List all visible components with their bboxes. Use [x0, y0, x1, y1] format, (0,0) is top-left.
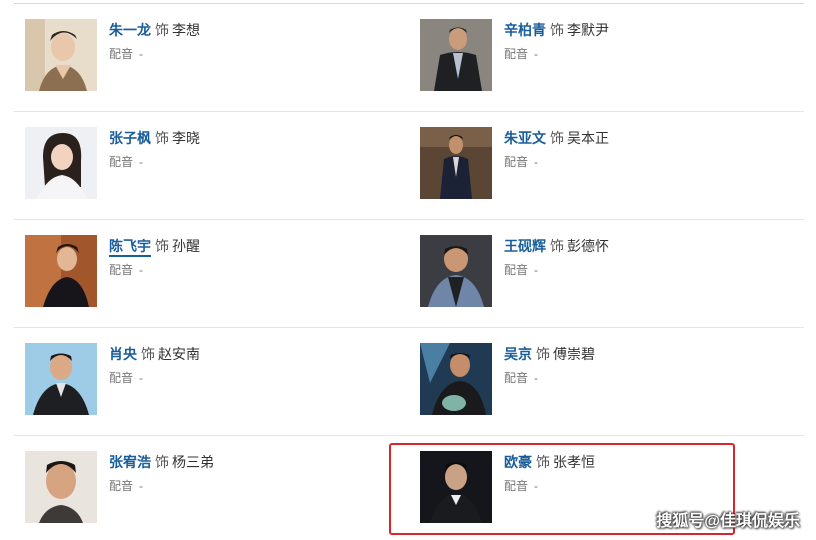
as-label: 饰	[141, 346, 155, 362]
as-label: 饰	[550, 130, 564, 146]
dub-value: -	[139, 371, 144, 385]
actor-name-link[interactable]: 陈飞宇	[109, 238, 151, 257]
actor-photo[interactable]	[25, 451, 97, 523]
dub-value: -	[534, 371, 539, 385]
role-name: 李默尹	[567, 22, 609, 38]
as-label: 饰	[155, 238, 169, 254]
actor-name-link[interactable]: 吴京	[504, 346, 532, 362]
dub-value: -	[534, 155, 539, 169]
actor-photo[interactable]	[420, 343, 492, 415]
watermark: 搜狐号@佳琪侃娱乐	[656, 513, 800, 530]
actor-name-link[interactable]: 朱一龙	[109, 22, 151, 38]
actor-photo[interactable]	[25, 127, 97, 199]
dub-value: -	[534, 263, 539, 277]
actor-photo[interactable]	[25, 343, 97, 415]
as-label: 饰	[536, 346, 550, 362]
cast-item: 肖央饰赵安南 配音 -	[25, 343, 405, 415]
dub-label: 配音	[504, 155, 529, 169]
top-divider	[14, 3, 804, 4]
dub-label: 配音	[109, 479, 134, 493]
cast-list: 朱一龙饰李想 配音 - 辛柏青饰李默尹 配音 - 张子枫 饰 李晓 配音 - 朱…	[0, 0, 816, 540]
role-name: 孙醒	[172, 238, 200, 254]
as-label: 饰	[550, 238, 564, 254]
dub-label: 配音	[504, 371, 529, 385]
actor-photo[interactable]	[420, 235, 492, 307]
role-name: 李想	[172, 22, 200, 38]
actor-name-link[interactable]: 王砚辉	[504, 238, 546, 254]
cast-item: 吴京饰傅崇碧 配音 -	[420, 343, 800, 415]
actor-name-link[interactable]: 朱亚文	[504, 130, 546, 146]
dub-label: 配音	[109, 47, 134, 61]
row-divider	[14, 111, 804, 112]
dub-value: -	[139, 263, 144, 277]
row-divider	[14, 219, 804, 220]
as-label: 饰	[550, 22, 564, 38]
cast-item: 辛柏青饰李默尹 配音 -	[420, 19, 800, 91]
dub-value: -	[534, 47, 539, 61]
as-label: 饰	[155, 130, 169, 146]
as-label: 饰	[155, 22, 169, 38]
dub-value: -	[139, 47, 144, 61]
actor-photo[interactable]	[420, 19, 492, 91]
dub-value: -	[139, 155, 144, 169]
role-name: 吴本正	[567, 130, 609, 146]
actor-photo[interactable]	[25, 19, 97, 91]
role-name: 傅崇碧	[553, 346, 595, 362]
role-name: 李晓	[172, 130, 200, 146]
cast-item: 王砚辉饰彭德怀 配音 -	[420, 235, 800, 307]
cast-item: 朱一龙饰李想 配音 -	[25, 19, 405, 91]
cast-item: 朱亚文饰吴本正 配音 -	[420, 127, 800, 199]
dub-label: 配音	[109, 371, 134, 385]
dub-label: 配音	[504, 47, 529, 61]
role-name: 赵安南	[158, 346, 200, 362]
dub-label: 配音	[109, 155, 134, 169]
dub-value: -	[139, 479, 144, 493]
actor-photo[interactable]	[420, 127, 492, 199]
cast-item: 张宥浩饰杨三弟 配音 -	[25, 451, 405, 523]
actor-name-link[interactable]: 辛柏青	[504, 22, 546, 38]
dub-label: 配音	[109, 263, 134, 277]
role-name: 杨三弟	[172, 454, 214, 470]
cast-item: 陈飞宇饰孙醒 配音 -	[25, 235, 405, 307]
role-name: 彭德怀	[567, 238, 609, 254]
actor-name-link[interactable]: 张子枫	[109, 130, 151, 146]
actor-photo[interactable]	[25, 235, 97, 307]
row-divider	[14, 327, 804, 328]
actor-name-link[interactable]: 张宥浩	[109, 454, 151, 470]
row-divider	[14, 435, 804, 436]
as-label: 饰	[155, 454, 169, 470]
dub-label: 配音	[504, 263, 529, 277]
actor-name-link[interactable]: 肖央	[109, 346, 137, 362]
cast-item: 张子枫饰李晓 配音 -	[25, 127, 405, 199]
